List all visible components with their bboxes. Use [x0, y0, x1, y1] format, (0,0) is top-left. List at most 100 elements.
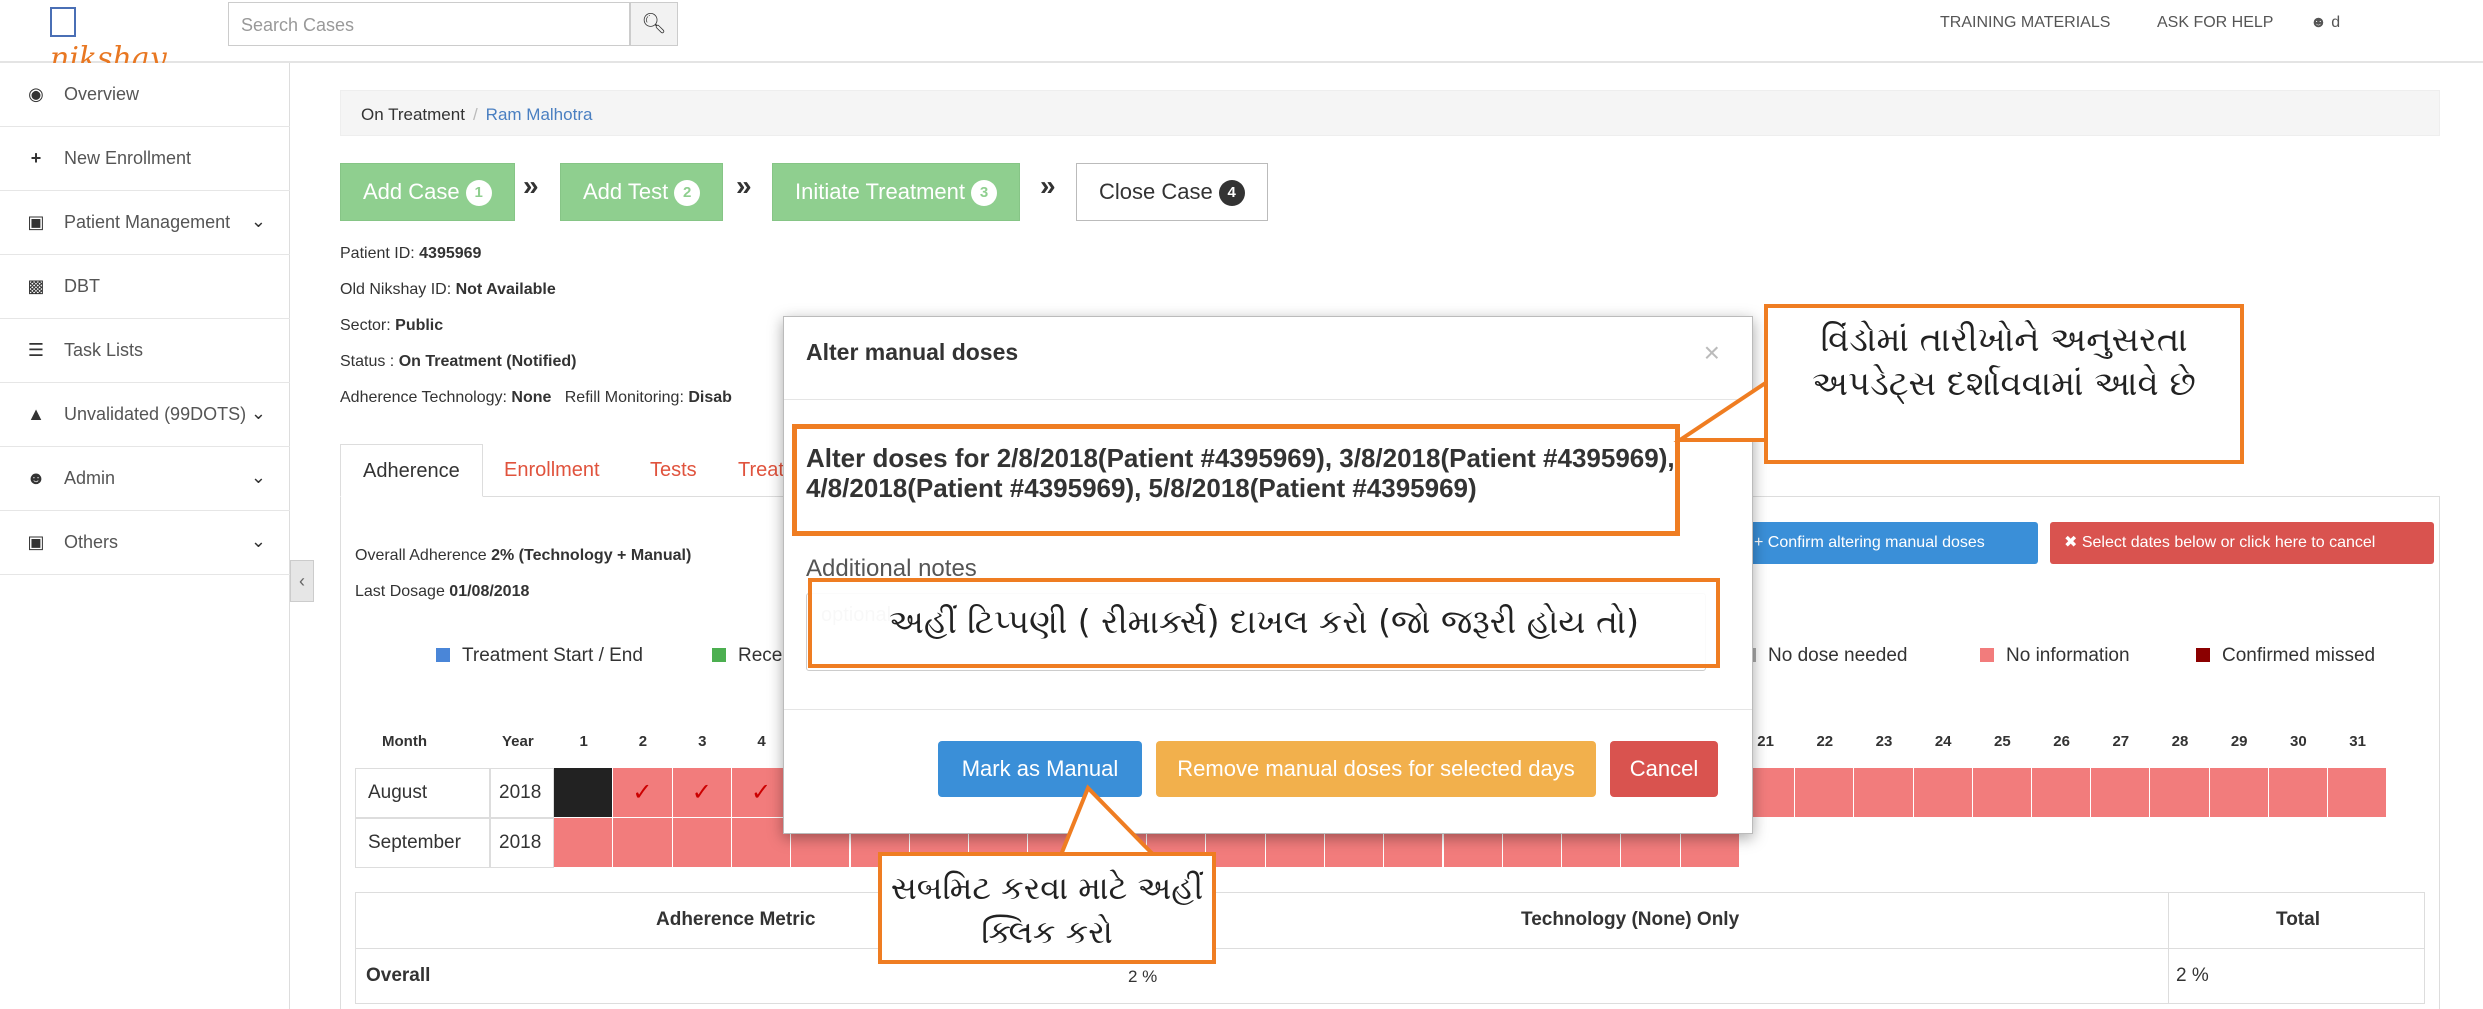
legend-label: Rece	[738, 645, 783, 666]
search-button[interactable]: 🔍︎	[630, 2, 678, 46]
sidebar-item-label: Unvalidated (99DOTS)	[64, 404, 247, 424]
table-divider	[356, 948, 2424, 949]
sidebar-item-new-enrollment[interactable]: + New Enrollment	[0, 127, 290, 191]
sidebar-collapse-button[interactable]: ‹	[290, 560, 314, 602]
nikshay-logo[interactable]: nikshay	[50, 6, 180, 76]
calendar-day-cell[interactable]	[2091, 768, 2151, 818]
breadcrumb-parent[interactable]: On Treatment	[361, 105, 465, 124]
last-dosage: Last Dosage 01/08/2018	[355, 583, 529, 601]
user-menu[interactable]: ☻ d	[2310, 14, 2340, 32]
step-number-badge: 1	[465, 180, 492, 206]
calendar-day-cell[interactable]: ✓	[613, 768, 673, 818]
confirm-altering-button[interactable]: + Confirm altering manual doses	[1740, 522, 2038, 564]
breadcrumb-current[interactable]: Ram Malhotra	[486, 105, 593, 124]
button-label: Confirm altering manual doses	[1767, 534, 1985, 551]
step-initiate-treatment[interactable]: Initiate Treatment 3	[772, 163, 1020, 221]
legend-item: No information	[1980, 645, 2130, 667]
calendar-day-cell[interactable]	[2268, 768, 2328, 818]
calendar-day-cell[interactable]	[2209, 768, 2269, 818]
dashboard-icon: ◉	[28, 84, 44, 104]
year-header: Year	[502, 733, 534, 750]
day-header: 24	[1934, 733, 1952, 750]
sidebar-item-label: Others	[64, 532, 119, 552]
table-cell: 2 %	[1128, 967, 1158, 986]
overall-adherence: Overall Adherence 2% (Technology + Manua…	[355, 547, 691, 565]
table-header: Technology (None) Only	[1521, 909, 1740, 930]
step-label: Initiate Treatment	[795, 179, 965, 204]
sidebar-item-others[interactable]: ▣ Others ⌄	[0, 511, 290, 575]
step-label: Close Case	[1099, 179, 1213, 204]
day-header: 23	[1875, 733, 1893, 750]
select-dates-cancel-button[interactable]: ✖ Select dates below or click here to ca…	[2050, 522, 2434, 564]
step-add-case[interactable]: Add Case 1	[340, 163, 515, 221]
chevron-down-icon: ⌄	[250, 403, 266, 423]
label: Old Nikshay ID:	[340, 281, 452, 298]
plus-icon: +	[30, 148, 42, 168]
sidebar-item-overview[interactable]: ◉ Overview	[0, 63, 290, 127]
day-header: 22	[1816, 733, 1834, 750]
step-label: Add Test	[583, 179, 669, 204]
warning-icon: ▲	[27, 404, 45, 424]
modal-divider	[784, 709, 1752, 710]
calendar-day-cell[interactable]	[1972, 768, 2032, 818]
sidebar-item-task-lists[interactable]: ☰ Task Lists	[0, 319, 290, 383]
status-line: Status : On Treatment (Notified)	[340, 353, 576, 371]
search-input[interactable]: Search Cases	[228, 2, 630, 46]
training-materials-link[interactable]: TRAINING MATERIALS	[1940, 14, 2110, 32]
step-number-badge: 3	[970, 180, 997, 206]
table-divider	[2168, 893, 2169, 1003]
calendar-day-cell[interactable]	[1854, 768, 1914, 818]
sidebar-item-admin[interactable]: ☻ Admin ⌄	[0, 447, 290, 511]
label: Status :	[340, 353, 395, 370]
calendar-day-cell[interactable]	[2328, 768, 2388, 818]
step-arrow-icon: »	[1040, 170, 1056, 201]
calendar-day-cell[interactable]	[554, 818, 614, 868]
calendar-month-cell: August	[355, 768, 490, 818]
step-add-test[interactable]: Add Test 2	[560, 163, 724, 221]
cancel-button[interactable]: Cancel	[1610, 741, 1718, 797]
adherence-technology-line: Adherence Technology: None Refill Monito…	[340, 389, 732, 407]
logo-mark-icon	[50, 7, 76, 37]
tab-adherence[interactable]: Adherence	[340, 444, 483, 497]
calendar-day-cell[interactable]: ✓	[672, 768, 732, 818]
day-header: 3	[698, 733, 707, 750]
sidebar-item-dbt[interactable]: ▩ DBT	[0, 255, 290, 319]
user-name: d	[2331, 14, 2341, 31]
legend-label: No information	[2006, 645, 2130, 666]
last-dosage-value: 01/08/2018	[449, 583, 530, 600]
calendar-day-cell[interactable]	[2150, 768, 2210, 818]
list-icon: ☰	[27, 340, 45, 360]
calendar-day-cell[interactable]	[2032, 768, 2092, 818]
table-header: Total	[2276, 909, 2320, 930]
sector-value: Public	[395, 317, 444, 334]
legend-item: Rece	[712, 645, 782, 667]
calendar-day-cell[interactable]	[1795, 768, 1855, 818]
step-close-case[interactable]: Close Case 4	[1076, 163, 1268, 221]
breadcrumb-separator: /	[472, 105, 478, 124]
sidebar-item-label: New Enrollment	[64, 148, 192, 168]
sidebar-item-patient-management[interactable]: ▣ Patient Management ⌄	[0, 191, 290, 255]
calendar-day-cell[interactable]	[1913, 768, 1973, 818]
legend-swatch	[2196, 648, 2210, 662]
label: Refill Monitoring:	[564, 389, 684, 406]
legend-item: No dose needed	[1750, 645, 1907, 667]
calendar-day-cell[interactable]	[672, 818, 732, 868]
table-header: Adherence Metric	[656, 909, 816, 930]
calendar-year-cell: 2018	[490, 768, 554, 818]
refill-value: Disab	[688, 389, 732, 406]
close-circle-icon: ✖	[2064, 534, 2082, 551]
label: Overall Adherence	[355, 547, 487, 564]
tech-value: None	[511, 389, 552, 406]
calendar-day-cell[interactable]	[613, 818, 673, 868]
day-header: 25	[1994, 733, 2011, 750]
status-value: On Treatment (Notified)	[398, 353, 577, 370]
tab-enrollment[interactable]: Enrollment	[482, 444, 622, 497]
ask-for-help-link[interactable]: ASK FOR HELP	[2157, 14, 2273, 32]
legend-swatch	[1980, 648, 1994, 662]
sidebar-item-unvalidated[interactable]: ▲ Unvalidated (99DOTS) ⌄	[0, 383, 290, 447]
day-header: 28	[2171, 733, 2189, 750]
calendar-day-cell[interactable]	[554, 768, 614, 818]
callout-pointer-icon	[1673, 376, 1773, 442]
sidebar-item-label: Patient Management	[64, 212, 231, 232]
tab-tests[interactable]: Tests	[628, 444, 719, 497]
